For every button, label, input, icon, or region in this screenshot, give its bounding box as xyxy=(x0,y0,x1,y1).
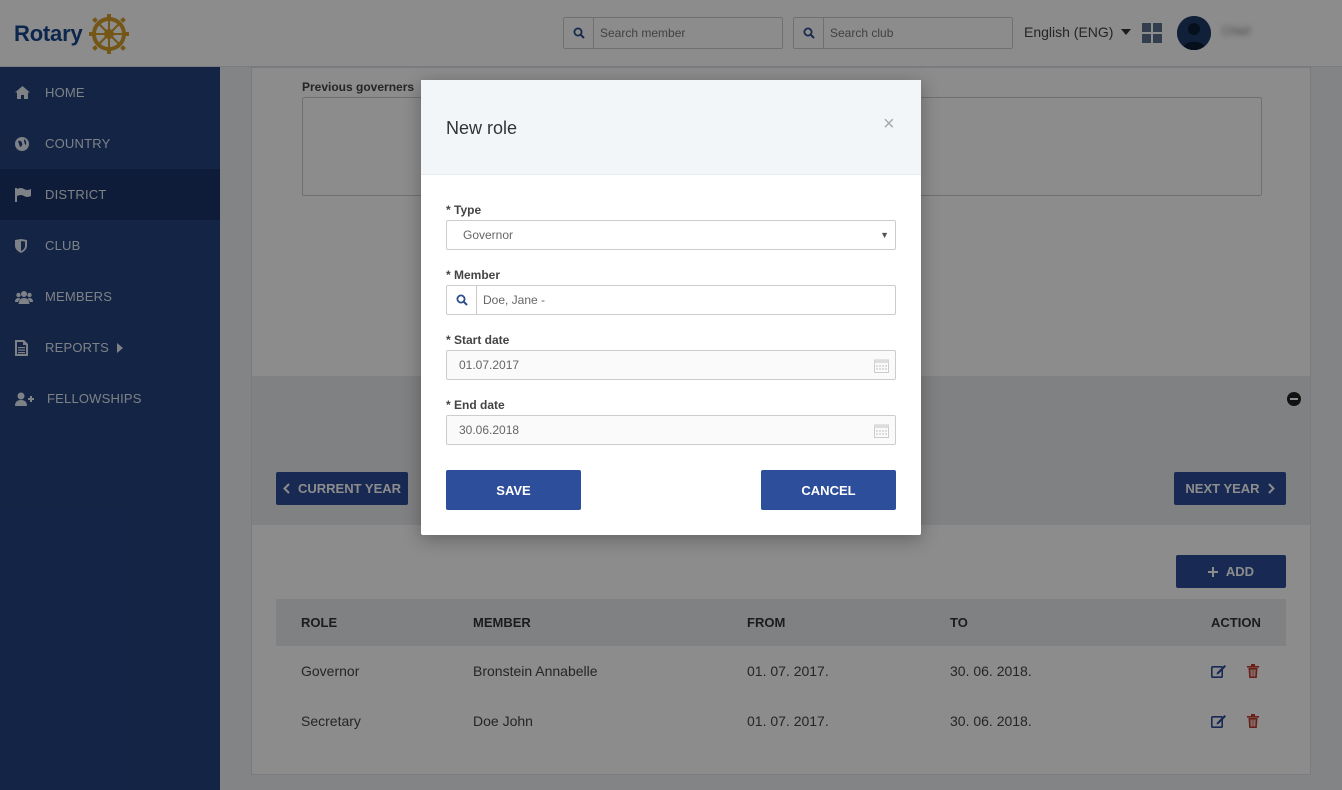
type-select[interactable]: Governor ▼ xyxy=(446,220,896,250)
dropdown-arrow-icon: ▼ xyxy=(880,230,889,240)
end-date-field[interactable]: 30.06.2018 xyxy=(446,415,896,445)
type-label: * Type xyxy=(446,203,482,217)
search-icon xyxy=(447,286,477,314)
calendar-icon[interactable] xyxy=(874,358,889,373)
member-label: * Member xyxy=(446,268,501,282)
calendar-icon[interactable] xyxy=(874,423,889,438)
end-date-value: 30.06.2018 xyxy=(459,423,520,437)
end-date-label: * End date xyxy=(446,398,505,412)
cancel-button[interactable]: CANCEL xyxy=(761,470,896,510)
start-date-label: * Start date xyxy=(446,333,510,347)
start-date-value: 01.07.2017 xyxy=(459,358,520,372)
new-role-modal: New role × * Type Governor ▼ * Member Do… xyxy=(421,80,921,535)
member-field[interactable]: Doe, Jane - xyxy=(446,285,896,315)
modal-title: New role xyxy=(446,118,518,138)
close-icon[interactable]: × xyxy=(883,114,895,134)
start-date-field[interactable]: 01.07.2017 xyxy=(446,350,896,380)
type-value: Governor xyxy=(463,228,514,242)
modal-header: New role × xyxy=(421,80,921,175)
member-value: Doe, Jane - xyxy=(483,293,546,307)
save-button[interactable]: SAVE xyxy=(446,470,581,510)
